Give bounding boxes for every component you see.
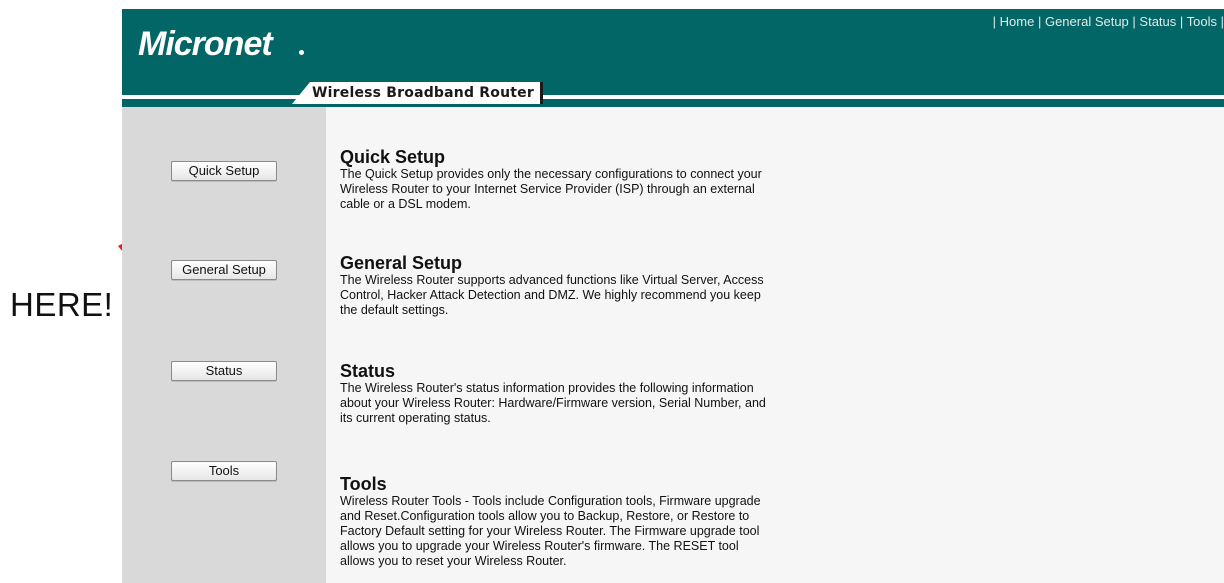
sidebar: Quick Setup General Setup Status Tools (122, 107, 326, 583)
top-link-status[interactable]: Status (1139, 14, 1176, 29)
section-title: Status (340, 361, 396, 381)
section-line: The Wireless Router supports advanced fu… (340, 273, 764, 287)
section-line: allows you to reset your Wireless Router… (340, 554, 567, 568)
section-line: about your Wireless Router: Hardware/Fir… (340, 396, 766, 410)
router-admin-frame: Micronet | Home | General Setup | Status… (122, 9, 1224, 583)
brand-logo: Micronet (138, 25, 273, 63)
section-line: The Wireless Router's status information… (340, 381, 754, 395)
product-tab-slant (292, 82, 310, 104)
top-link-general-setup[interactable]: General Setup (1045, 14, 1129, 29)
header-stripe-lower (122, 99, 1224, 107)
section-quick-setup: Quick Setup The Quick Setup provides onl… (340, 147, 820, 212)
section-line: cable or a DSL modem. (340, 197, 471, 211)
top-link-home[interactable]: Home (1000, 14, 1035, 29)
general-setup-button[interactable]: General Setup (171, 260, 277, 280)
section-line: its current operating status. (340, 411, 491, 425)
quick-setup-button[interactable]: Quick Setup (171, 161, 277, 181)
section-title: General Setup (340, 253, 463, 273)
section-line: Control, Hacker Attack Detection and DMZ… (340, 288, 761, 302)
section-line: The Quick Setup provides only the necess… (340, 167, 762, 181)
section-line: the default settings. (340, 303, 449, 317)
status-button[interactable]: Status (171, 361, 277, 381)
section-general-setup: General Setup The Wireless Router suppor… (340, 253, 820, 318)
section-tools: Tools Wireless Router Tools - Tools incl… (340, 474, 820, 569)
section-line: Factory Default setting for your Wireles… (340, 524, 760, 538)
brand-logo-dot (299, 50, 304, 55)
top-nav-links: | Home | General Setup | Status | Tools … (992, 14, 1224, 29)
tools-button[interactable]: Tools (171, 461, 277, 481)
section-line: Wireless Router to your Internet Service… (340, 182, 755, 196)
section-status: Status The Wireless Router's status info… (340, 361, 820, 426)
section-line: allows you to upgrade your Wireless Rout… (340, 539, 739, 553)
annotation-here-label: HERE! (10, 286, 114, 323)
section-line: and Reset.Configuration tools allow you … (340, 509, 750, 523)
section-line: Wireless Router Tools - Tools include Co… (340, 494, 761, 508)
section-title: Quick Setup (340, 147, 446, 167)
header-bar: Micronet | Home | General Setup | Status… (122, 9, 1224, 107)
product-name: Wireless Broadband Router (312, 85, 534, 101)
content-panel: Quick Setup The Quick Setup provides onl… (326, 107, 1224, 583)
top-link-tools[interactable]: Tools (1187, 14, 1217, 29)
section-title: Tools (340, 474, 387, 494)
